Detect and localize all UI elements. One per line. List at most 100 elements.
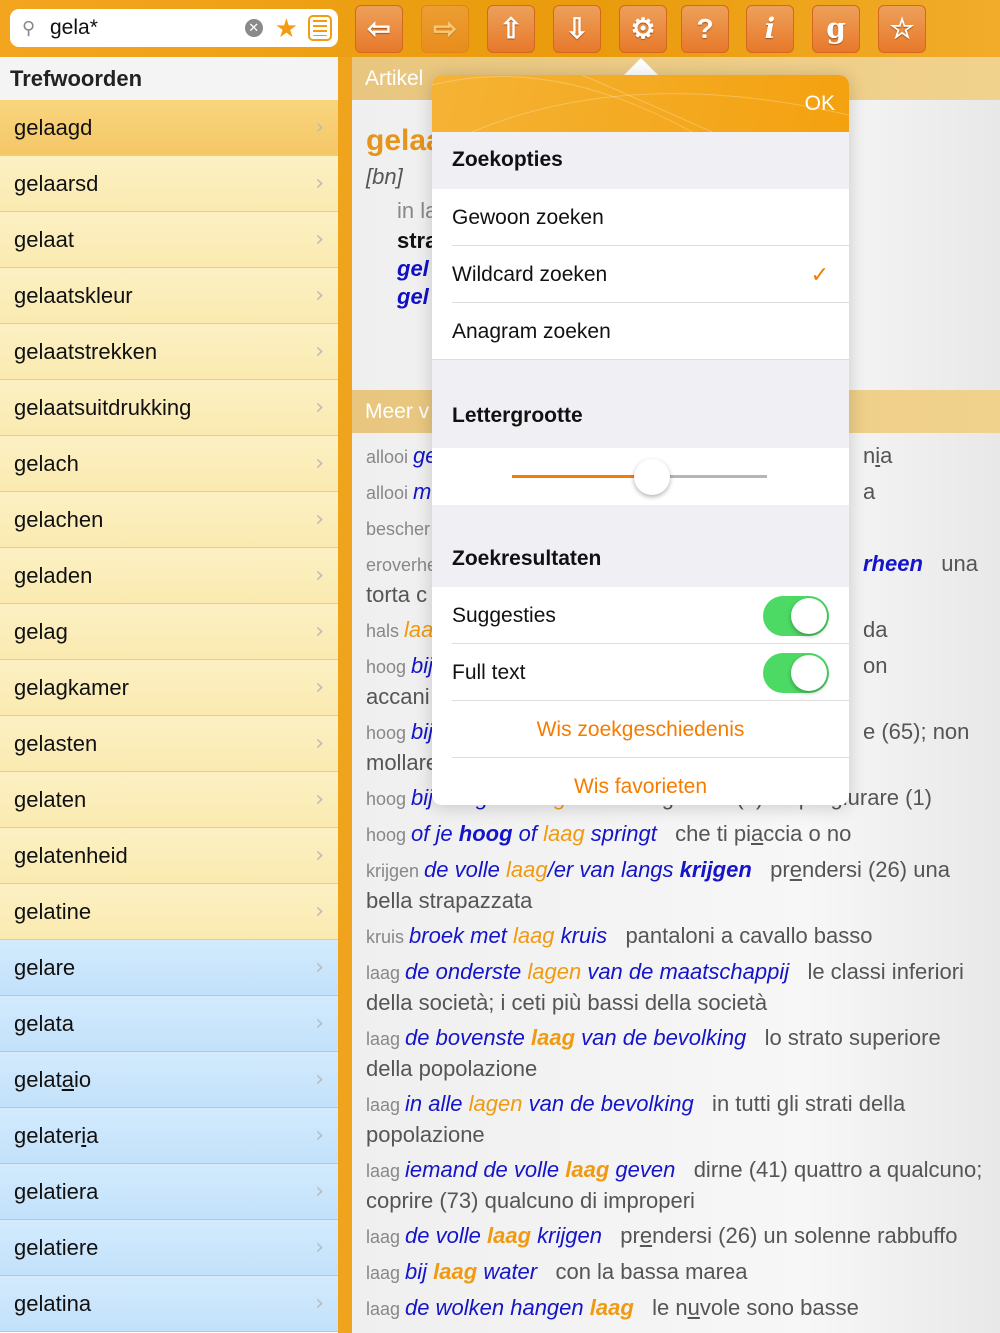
keyword-list-item[interactable]: gelata › (0, 996, 338, 1052)
clear-history-button[interactable]: Wis zoekgeschiedenis (432, 701, 849, 758)
history-list-icon[interactable] (308, 15, 332, 41)
dutch-phrase[interactable]: laag (543, 821, 585, 846)
slider-thumb[interactable] (634, 459, 671, 495)
suggesties-toggle[interactable] (763, 595, 829, 636)
dutch-phrase[interactable]: lagen (527, 959, 581, 984)
panel-divider[interactable] (338, 57, 352, 1333)
keyword-list-item[interactable]: geladen › (0, 548, 338, 604)
dutch-phrase[interactable]: krijgen (531, 1223, 602, 1248)
option-gewoon-zoeken[interactable]: Gewoon zoeken (432, 189, 849, 246)
article-link[interactable]: gel (397, 256, 429, 282)
clear-favorites-button[interactable]: Wis favorieten (432, 758, 849, 805)
up-button[interactable]: ⇧ (487, 5, 535, 53)
dutch-phrase[interactable]: de onderste (405, 959, 527, 984)
dutch-phrase[interactable]: laag (506, 857, 548, 882)
entry-keyword: laag (366, 1095, 406, 1115)
dutch-phrase[interactable]: de wolken hangen (405, 1295, 590, 1320)
dutch-phrase[interactable]: springt (585, 821, 657, 846)
dutch-phrase[interactable]: lagen (469, 1091, 523, 1116)
dutch-phrase[interactable]: /er van langs (548, 857, 680, 882)
dutch-phrase[interactable]: broek met (409, 923, 513, 948)
keyword-list-item[interactable]: gelatiere › (0, 1220, 338, 1276)
settings-button[interactable]: ⚙ (619, 5, 667, 53)
keyword-list-item[interactable]: gelaatstrekken › (0, 324, 338, 380)
dutch-phrase[interactable]: m (413, 479, 431, 504)
chevron-right-icon: › (315, 787, 324, 812)
dutch-phrase[interactable]: laag (565, 1157, 609, 1182)
dutch-phrase[interactable]: in alle (405, 1091, 469, 1116)
search-input[interactable]: gela* (44, 16, 245, 40)
keyword-text: gelatiere (14, 1234, 99, 1260)
keyword-list-item[interactable]: gelatenheid › (0, 828, 338, 884)
dutch-phrase[interactable]: laa (404, 617, 433, 642)
keyword-list-item[interactable]: gelachen › (0, 492, 338, 548)
full-text-row: Full text (432, 644, 849, 701)
entry-text: laag iemand de volle laag geven dirne (4… (366, 1157, 988, 1213)
option-wildcard-zoeken[interactable]: Wildcard zoeken ✓ (432, 246, 849, 303)
dutch-phrase[interactable]: bij (411, 719, 433, 744)
dutch-phrase[interactable]: of (513, 821, 544, 846)
keyword-text: gelare (14, 954, 76, 980)
keyword-list-item[interactable]: gelaatsuitdrukking › (0, 380, 338, 436)
dutch-phrase[interactable]: van de maatschappij (581, 959, 789, 984)
search-field[interactable]: ⚲ gela* ✕ ★ (10, 9, 338, 47)
option-anagram-zoeken[interactable]: Anagram zoeken (432, 303, 849, 360)
info-button[interactable]: i (746, 5, 794, 53)
keyword-list-item[interactable]: gelach › (0, 436, 338, 492)
keyword-list-item[interactable]: gelaten › (0, 772, 338, 828)
keyword-label: gelach (14, 451, 79, 477)
keyword-text: gelaatsuitdrukking (14, 394, 192, 420)
keyword-list-item[interactable]: gelaat › (0, 212, 338, 268)
dutch-phrase[interactable]: laag (513, 923, 555, 948)
dutch-phrase[interactable]: iemand de volle (405, 1157, 565, 1182)
favorite-button[interactable]: ☆ (878, 5, 926, 53)
font-size-slider[interactable] (432, 448, 849, 505)
dutch-phrase[interactable]: rheen (863, 551, 923, 576)
dutch-phrase[interactable]: laag (590, 1295, 634, 1320)
chevron-right-icon: › (315, 227, 324, 252)
dutch-phrase[interactable]: kruis (555, 923, 607, 948)
clear-search-icon[interactable]: ✕ (244, 19, 263, 37)
dutch-phrase[interactable]: van de bevolking (575, 1025, 746, 1050)
grammar-button[interactable]: g (812, 5, 860, 53)
top-toolbar: ⚲ gela* ✕ ★ ⇦ ⇨ ⇧ ⇩ ⚙? i g ☆ (0, 0, 1000, 57)
checkmark-icon: ✓ (810, 261, 829, 287)
keyword-text: gelag (14, 618, 68, 644)
dutch-phrase[interactable]: krijgen (680, 857, 752, 882)
dutch-phrase[interactable]: laag (487, 1223, 531, 1248)
keyword-list-item[interactable]: gelare › (0, 940, 338, 996)
translation-text: pr (751, 857, 790, 882)
keyword-list-item[interactable]: gelagkamer › (0, 660, 338, 716)
dutch-phrase[interactable]: bij (405, 1259, 433, 1284)
keyword-list-item[interactable]: gelag › (0, 604, 338, 660)
article-link[interactable]: gel (397, 284, 429, 310)
keyword-list-item[interactable]: gelataio › (0, 1052, 338, 1108)
dutch-phrase[interactable]: van de bevolking (522, 1091, 694, 1116)
keyword-list-item[interactable]: gelaatskleur › (0, 268, 338, 324)
help-button[interactable]: ? (681, 5, 729, 53)
dutch-phrase[interactable]: de volle (405, 1223, 487, 1248)
favorites-star-icon[interactable]: ★ (275, 13, 298, 44)
keyword-list-item[interactable]: gelatiera › (0, 1164, 338, 1220)
keyword-list-item[interactable]: gelatine › (0, 884, 338, 940)
keyword-list-item[interactable]: gelaarsd › (0, 156, 338, 212)
dutch-phrase[interactable]: de volle (424, 857, 506, 882)
dutch-phrase[interactable]: de bovenste (405, 1025, 531, 1050)
keyword-list-item[interactable]: gelatina › (0, 1276, 338, 1332)
ok-button[interactable]: OK (805, 92, 835, 116)
dutch-phrase[interactable]: of je (411, 821, 459, 846)
dutch-phrase[interactable]: hoog (459, 821, 513, 846)
forward-button[interactable]: ⇨ (421, 5, 469, 53)
dutch-phrase[interactable]: laag (433, 1259, 477, 1284)
dutch-phrase[interactable]: bij (411, 653, 433, 678)
keyword-list-item[interactable]: gelateria › (0, 1108, 338, 1164)
full-text-toggle[interactable] (763, 652, 829, 693)
dutch-phrase[interactable]: geven (609, 1157, 675, 1182)
entry-text-right: on (863, 651, 887, 681)
down-button[interactable]: ⇩ (553, 5, 601, 53)
keyword-list-item[interactable]: gelasten › (0, 716, 338, 772)
back-button[interactable]: ⇦ (355, 5, 403, 53)
keyword-list-item[interactable]: gelaagd › (0, 100, 338, 156)
dutch-phrase[interactable]: water (477, 1259, 537, 1284)
dutch-phrase[interactable]: laag (531, 1025, 575, 1050)
